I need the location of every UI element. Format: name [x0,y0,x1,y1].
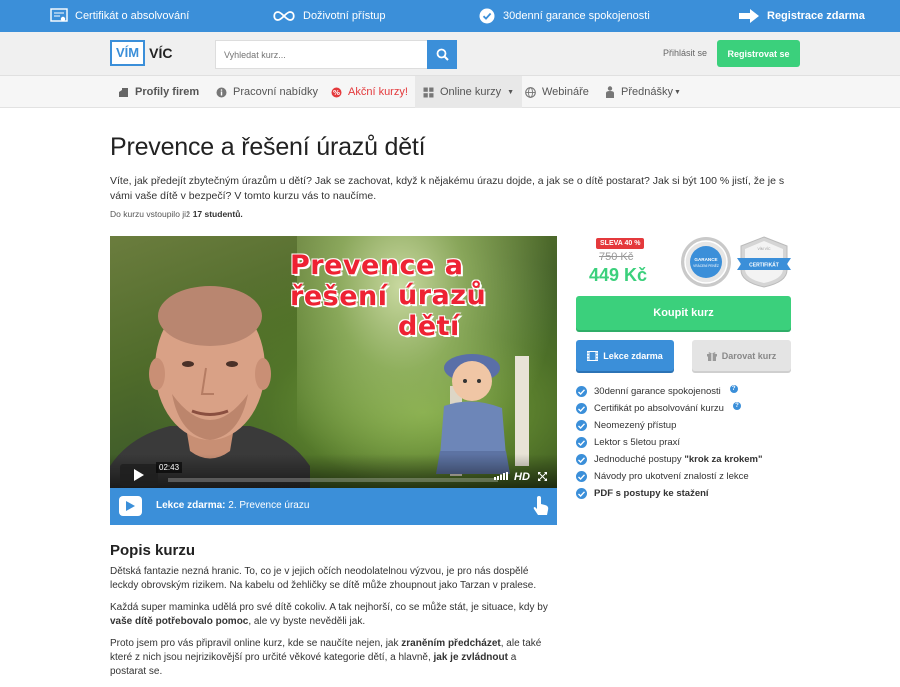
gift-icon [706,351,717,361]
current-price: 449 Kč [589,265,648,285]
nav-item-webinars[interactable]: Webináře [525,76,589,108]
hd-toggle[interactable]: HD [514,471,530,483]
certificate-badge: VÍM VÍC CERTIFIKÁT [737,236,791,288]
presenter-icon [606,86,614,98]
logo-text: VÍC [149,45,173,61]
promo-bar: Certifikát o absolvování Doživotní příst… [0,0,900,32]
feature-item: Certifikát po absolvování kurzu? [576,400,763,417]
course-intro: Víte, jak předejít zbytečným úrazům u dě… [110,175,785,202]
video-player[interactable]: Prevence a řešení úrazů dětí 02:43 HD [110,236,557,488]
pointer-hand-icon [533,496,549,515]
search-button[interactable] [427,40,457,69]
film-icon [587,350,599,361]
feature-item: PDF s postupy ke stažení [576,485,763,502]
site-header: VÍM VÍC Přihlásit se Registrovat se [0,32,900,76]
free-lesson-bar[interactable]: Lekce zdarma: 2. Prevence úrazu [110,488,557,525]
svg-text:%: % [333,89,340,97]
feature-item: Lektor s 5letou praxí [576,434,763,451]
nav-item-jobs[interactable]: Pracovní nabídky [216,76,318,108]
svg-text:GARANCE: GARANCE [694,257,717,262]
check-circle-icon [576,454,587,465]
description-paragraph: Každá super maminka udělá pro své dítě c… [110,602,548,627]
free-lessons-button[interactable]: Lekce zdarma [576,340,674,371]
nav-item-sale-courses[interactable]: % Akční kurzy! [331,76,408,108]
check-circle-icon [576,488,587,499]
help-icon[interactable]: ? [729,384,738,393]
certificate-icon [50,7,68,25]
sale-icon: % [331,87,342,97]
svg-text:VÍM VÍC: VÍM VÍC [757,247,771,251]
money-back-guarantee-badge: GARANCE VRÁCENÍ PENĚZ [681,237,731,287]
gift-course-button[interactable]: Darovat kurz [692,340,791,371]
feature-item: 30denní garance spokojenosti? [576,383,763,400]
video-time: 02:43 [156,462,183,473]
site-logo[interactable]: VÍM VÍC [110,38,172,68]
infinity-icon [272,7,296,25]
grid-icon [423,87,434,97]
description-heading: Popis kurzu [110,542,196,559]
check-circle-icon [478,7,496,25]
play-icon [134,469,144,481]
login-link[interactable]: Přihlásit se [663,48,707,58]
logo-box: VÍM [110,40,146,66]
page-title: Prevence a řešení úrazů dětí [110,133,426,161]
old-price: 750 Kč [599,251,634,263]
register-button[interactable]: Registrovat se [717,40,800,67]
nav-item-company-profiles[interactable]: Profily firem [118,76,199,108]
description-paragraph: Proto jsem pro vás připravil online kurz… [110,638,542,677]
nav-item-online-courses[interactable]: Online kurzy ▼ [415,76,523,108]
promo-certificate: Certifikát o absolvování [50,0,189,32]
globe-icon [525,86,536,98]
svg-text:CERTIFIKÁT: CERTIFIKÁT [749,262,779,269]
video-controls: 02:43 HD [110,454,557,488]
video-progress-bar[interactable] [168,478,498,482]
search-bar [215,40,457,69]
svg-text:VRÁCENÍ PENĚZ: VRÁCENÍ PENĚZ [693,263,719,268]
arrow-right-icon [738,7,760,25]
check-circle-icon [576,437,587,448]
youtube-play-icon [119,496,142,516]
search-input[interactable] [215,40,427,69]
building-icon [119,87,128,97]
description-paragraph: Dětská fantazie nezná hranic. To, co je … [110,566,537,591]
play-button[interactable] [120,464,158,486]
promo-register-link[interactable]: Registrace zdarma [738,0,865,32]
info-icon [216,87,227,97]
nav-item-lectures[interactable]: Přednášky ▼ [605,76,681,108]
feature-item: Návody pro ukotvení znalostí z lekce [576,468,763,485]
check-circle-icon [576,471,587,482]
chevron-down-icon: ▼ [673,88,681,96]
main-nav: Profily firem Pracovní nabídky % Akční k… [0,76,900,108]
volume-icon[interactable] [494,472,508,480]
feature-list: 30denní garance spokojenosti? Certifikát… [576,383,763,502]
check-circle-icon [576,403,587,414]
check-circle-icon [576,420,587,431]
help-icon[interactable]: ? [732,401,741,410]
promo-lifetime: Doživotní přístup [272,0,386,32]
feature-item: Neomezený přístup [576,417,763,434]
buy-course-button[interactable]: Koupit kurz [576,296,791,330]
course-description: Dětská fantazie nezná hranic. To, co je … [110,565,555,687]
fullscreen-icon[interactable] [538,472,547,481]
feature-item: Jednoduché postupy "krok za krokem" [576,451,763,468]
promo-guarantee: 30denní garance spokojenosti [478,0,650,32]
check-circle-icon [576,386,587,397]
discount-badge: SLEVA 40 % [596,238,645,249]
chevron-down-icon: ▼ [507,88,515,96]
video-title-line2: úrazů dětí [398,280,487,342]
students-count: Do kurzu vstoupilo již 17 studentů. [110,209,243,219]
search-icon [436,48,449,61]
